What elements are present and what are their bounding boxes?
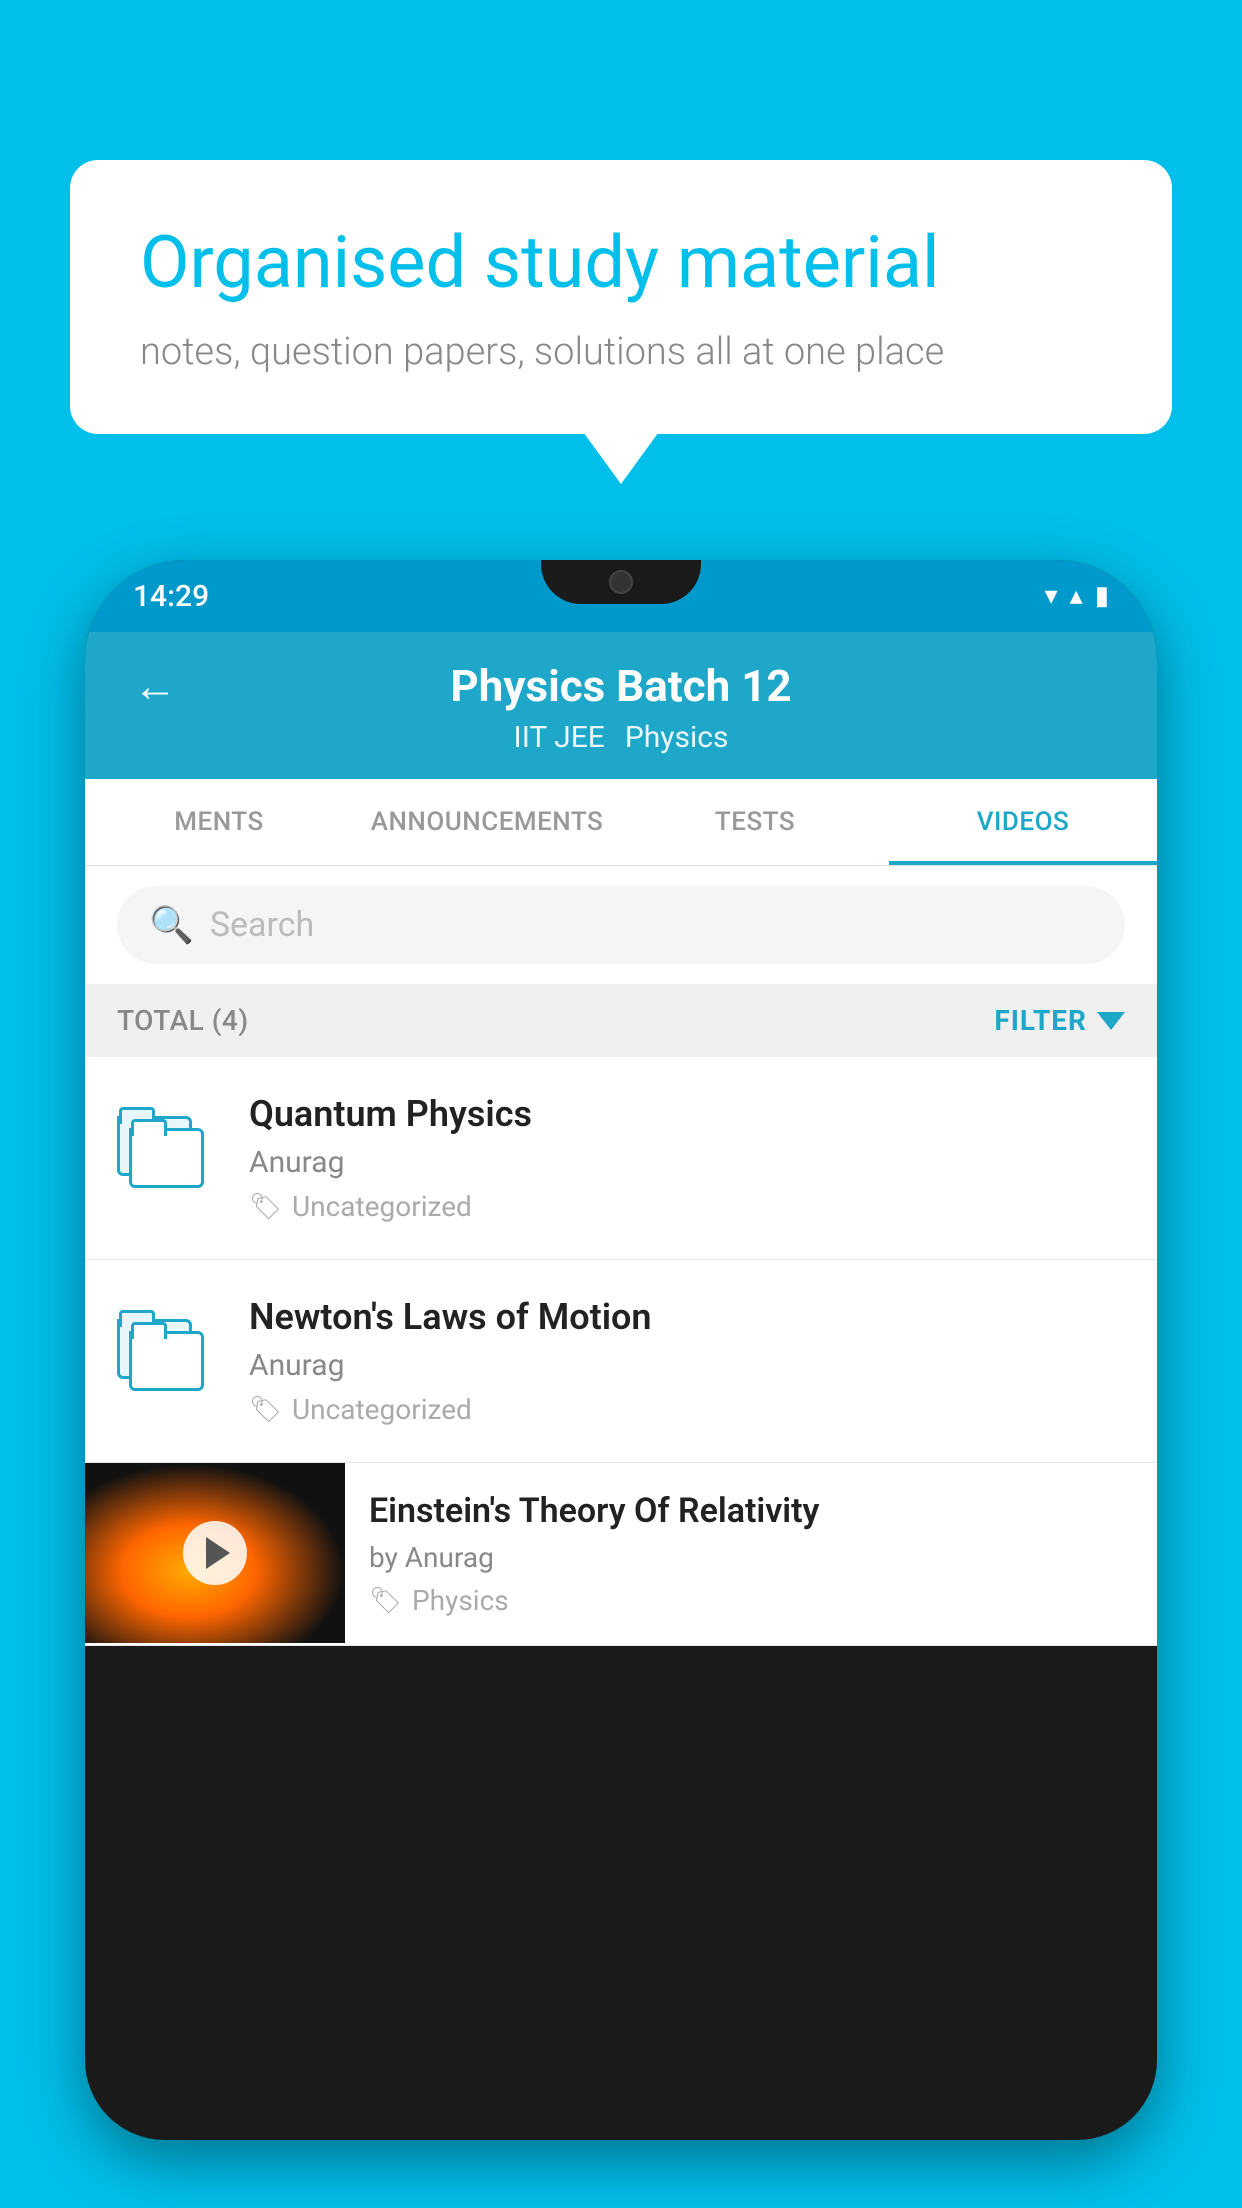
status-bar: 14:29 ▾ ▴ ▮ [85,560,1157,632]
tab-videos[interactable]: VIDEOS [889,779,1157,865]
app-bar-subtitle: IIT JEE Physics [133,720,1109,755]
filter-funnel-icon [1097,1012,1125,1030]
search-bar-container: 🔍 Search [85,866,1157,984]
battery-icon: ▮ [1095,581,1109,611]
play-icon [206,1537,230,1569]
tag-text: Uncategorized [292,1393,472,1426]
play-button[interactable] [183,1521,247,1585]
speech-bubble-card: Organised study material notes, question… [70,160,1172,434]
video-title: Quantum Physics [249,1093,1125,1135]
tag-text: Uncategorized [292,1190,472,1223]
tab-ments[interactable]: MENTS [85,779,353,865]
list-item[interactable]: Einstein's Theory Of Relativity by Anura… [85,1463,1157,1646]
tab-bar: MENTS ANNOUNCEMENTS TESTS VIDEOS [85,779,1157,866]
video-tag: 🏷 Physics [369,1584,1133,1617]
tab-tests[interactable]: TESTS [621,779,889,865]
video-author: by Anurag [369,1541,1133,1574]
phone-frame: 14:29 ▾ ▴ ▮ ← Physics Batch 12 IIT JEE P… [85,560,1157,2140]
video-author: Anurag [249,1348,1125,1383]
total-count: TOTAL (4) [117,1004,249,1037]
tag-text: Physics [412,1584,509,1617]
filter-button[interactable]: FILTER [994,1004,1125,1037]
folder-icon [117,1098,217,1188]
tab-announcements[interactable]: ANNOUNCEMENTS [353,779,621,865]
video-info: Quantum Physics Anurag 🏷 Uncategorized [249,1093,1125,1223]
list-item[interactable]: Quantum Physics Anurag 🏷 Uncategorized [85,1057,1157,1260]
camera-icon [609,570,633,594]
video-title: Newton's Laws of Motion [249,1296,1125,1338]
subtitle-physics: Physics [625,720,729,755]
wifi-icon: ▾ [1045,581,1058,611]
list-item[interactable]: Newton's Laws of Motion Anurag 🏷 Uncateg… [85,1260,1157,1463]
video-thumbnail [85,1463,345,1643]
video-info: Newton's Laws of Motion Anurag 🏷 Uncateg… [249,1296,1125,1426]
app-bar-title: Physics Batch 12 [450,660,791,712]
tag-icon: 🏷 [249,1192,282,1222]
status-time: 14:29 [133,579,209,614]
phone-wrapper: 14:29 ▾ ▴ ▮ ← Physics Batch 12 IIT JEE P… [85,560,1157,2208]
search-bar[interactable]: 🔍 Search [117,886,1125,964]
folder-icon [117,1301,217,1391]
video-info: Einstein's Theory Of Relativity by Anura… [345,1463,1157,1645]
status-icons: ▾ ▴ ▮ [1045,581,1109,611]
tag-icon: 🏷 [369,1586,402,1616]
video-tag: 🏷 Uncategorized [249,1190,1125,1223]
search-input[interactable]: Search [210,905,314,945]
app-bar-top: ← Physics Batch 12 [133,660,1109,712]
notch [541,560,701,604]
back-button[interactable]: ← [133,660,177,712]
video-author: Anurag [249,1145,1125,1180]
folder-icon-wrapper [117,1093,217,1193]
filter-bar: TOTAL (4) FILTER [85,984,1157,1057]
signal-icon: ▴ [1070,581,1083,611]
subtitle-iit: IIT JEE [514,720,605,755]
search-icon: 🔍 [149,904,194,946]
video-title: Einstein's Theory Of Relativity [369,1491,1133,1531]
video-list: Quantum Physics Anurag 🏷 Uncategorized [85,1057,1157,1646]
tag-icon: 🏷 [249,1395,282,1425]
app-bar: ← Physics Batch 12 IIT JEE Physics [85,632,1157,779]
filter-label: FILTER [994,1004,1087,1037]
speech-bubble: Organised study material notes, question… [70,160,1172,434]
headline: Organised study material [140,220,1102,306]
folder-icon-wrapper [117,1296,217,1396]
subtext: notes, question papers, solutions all at… [140,330,1102,374]
thumbnail-bg [85,1463,345,1643]
video-tag: 🏷 Uncategorized [249,1393,1125,1426]
